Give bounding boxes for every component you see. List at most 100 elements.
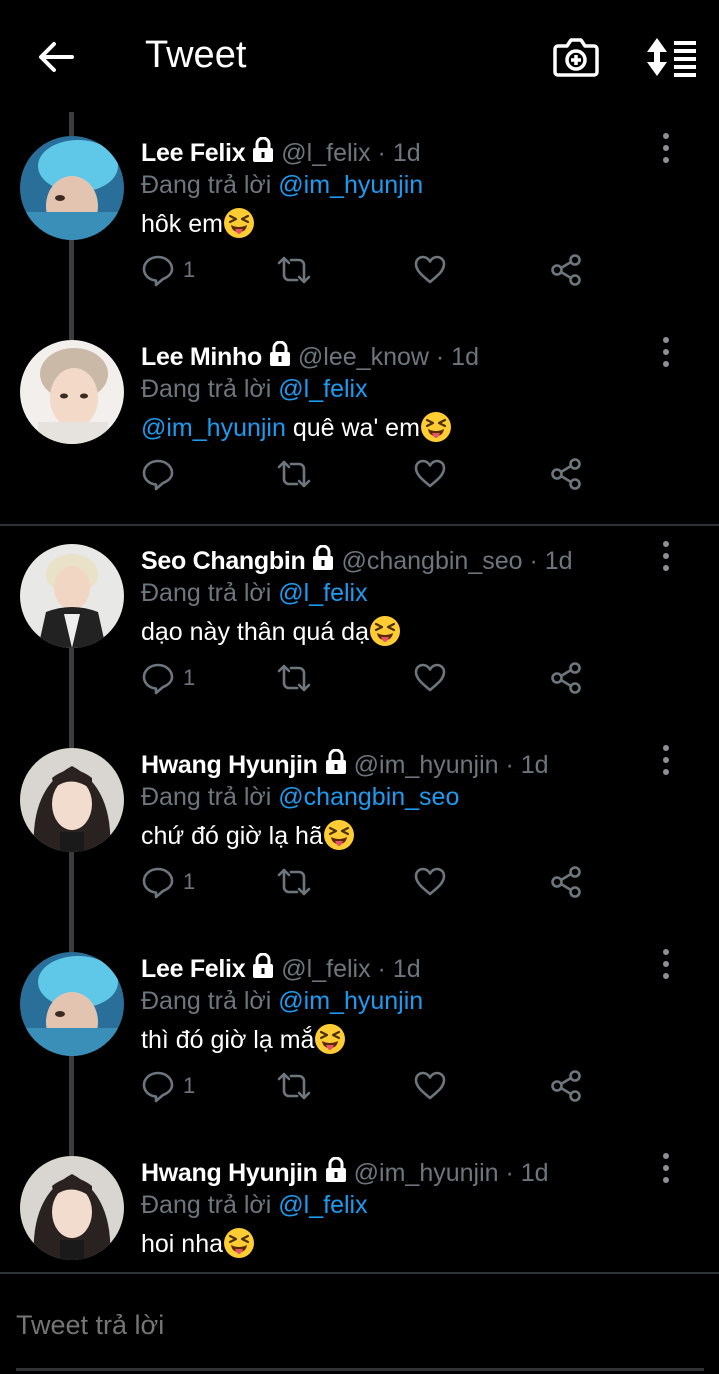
- replying-label: Đang trả lời: [141, 171, 272, 199]
- reply-button[interactable]: 1: [141, 658, 195, 698]
- separator-dot: ·: [435, 343, 445, 371]
- tweet-item[interactable]: Lee Minho @lee_know · 1d Đang trả lời @l_…: [0, 316, 719, 520]
- tweet-item[interactable]: Hwang Hyunjin @im_hyunjin · 1d Đang trả l…: [0, 1132, 719, 1272]
- reply-to-mention[interactable]: @im_hyunjin: [278, 171, 423, 199]
- like-button[interactable]: [413, 1066, 447, 1106]
- top-app-bar: Tweet: [0, 0, 719, 112]
- handle[interactable]: @l_felix: [281, 139, 370, 167]
- handle[interactable]: @changbin_seo: [341, 547, 522, 575]
- reply-to-mention[interactable]: @l_felix: [278, 1191, 367, 1219]
- heart-icon: [414, 459, 446, 488]
- like-button[interactable]: [413, 454, 447, 494]
- retweet-icon: [277, 868, 311, 896]
- handle[interactable]: @l_felix: [281, 955, 370, 983]
- replying-to: Đang trả lời @im_hyunjin: [141, 168, 423, 202]
- avatar[interactable]: [20, 748, 124, 852]
- share-icon: [551, 254, 581, 286]
- lock-icon: [251, 136, 275, 163]
- camera-add-icon[interactable]: [550, 34, 602, 80]
- tweet-item[interactable]: Lee Felix @l_felix · 1d Đang trả lời @im_…: [0, 928, 719, 1132]
- like-button[interactable]: [413, 250, 447, 290]
- tweet-text: hôk em: [141, 204, 255, 244]
- retweet-button[interactable]: [275, 250, 313, 290]
- tweet-item[interactable]: Hwang Hyunjin @im_hyunjin · 1d Đang trả l…: [0, 724, 719, 928]
- share-button[interactable]: [549, 250, 583, 290]
- separator-dot: ·: [505, 751, 514, 779]
- back-arrow-icon[interactable]: [34, 34, 80, 80]
- separator-dot: ·: [529, 547, 538, 575]
- share-button[interactable]: [549, 1066, 583, 1106]
- handle[interactable]: @im_hyunjin: [354, 1159, 499, 1187]
- retweet-button[interactable]: [275, 658, 313, 698]
- tweet-item[interactable]: Seo Changbin @changbin_seo · 1d Đang trả …: [0, 520, 719, 724]
- display-name[interactable]: Lee Minho: [141, 343, 262, 371]
- thread-line: [69, 240, 74, 316]
- separator-dot: ·: [505, 1159, 514, 1187]
- display-name[interactable]: Lee Felix: [141, 955, 246, 983]
- display-name[interactable]: Seo Changbin: [141, 547, 306, 575]
- tweet-body: dạo này thân quá dạ: [141, 618, 369, 646]
- reply-to-mention[interactable]: @changbin_seo: [278, 783, 459, 811]
- separator-dot: ·: [377, 139, 386, 167]
- reply-button[interactable]: 1: [141, 862, 195, 902]
- more-options-icon[interactable]: [652, 740, 680, 780]
- thread-line: [69, 852, 74, 928]
- reply-icon: [142, 867, 174, 899]
- thread-line: [69, 648, 74, 724]
- timestamp: 1d: [520, 751, 549, 779]
- avatar[interactable]: [20, 136, 124, 240]
- share-button[interactable]: [549, 454, 583, 494]
- avatar[interactable]: [20, 1156, 124, 1260]
- reply-icon: [142, 255, 174, 287]
- reply-to-mention[interactable]: @l_felix: [278, 579, 367, 607]
- tweet-body: hoi nha: [141, 1230, 224, 1258]
- thread-line: [69, 1132, 74, 1156]
- tweet-text: thì đó giờ lạ mắ: [141, 1020, 346, 1060]
- reply-button[interactable]: 1: [141, 250, 195, 290]
- reply-button[interactable]: 1: [141, 1066, 195, 1106]
- handle[interactable]: @im_hyunjin: [354, 751, 499, 779]
- display-name[interactable]: Hwang Hyunjin: [141, 751, 318, 779]
- author-line: Seo Changbin @changbin_seo · 1d: [141, 544, 573, 578]
- lock-icon: [268, 340, 292, 367]
- timestamp: 1d: [392, 955, 421, 983]
- squinting-face-with-tongue-icon: [223, 1227, 255, 1259]
- more-options-icon[interactable]: [652, 128, 680, 168]
- more-options-icon[interactable]: [652, 944, 680, 984]
- tweet-item[interactable]: Lee Felix @l_felix · 1d Đang trả lời @im_…: [0, 112, 719, 316]
- like-button[interactable]: [413, 658, 447, 698]
- retweet-button[interactable]: [275, 862, 313, 902]
- timestamp: 1d: [451, 343, 479, 371]
- share-button[interactable]: [549, 658, 583, 698]
- sort-icon[interactable]: [643, 34, 699, 80]
- heart-icon: [414, 867, 446, 896]
- reply-count: 1: [183, 1073, 196, 1098]
- share-icon: [551, 458, 581, 490]
- reply-button[interactable]: [141, 454, 183, 494]
- thread-line: [69, 724, 74, 748]
- handle[interactable]: @lee_know: [298, 343, 429, 371]
- more-options-icon[interactable]: [652, 1148, 680, 1188]
- reply-input[interactable]: [16, 1300, 702, 1350]
- more-options-icon[interactable]: [652, 332, 680, 372]
- more-options-icon[interactable]: [652, 536, 680, 576]
- share-button[interactable]: [549, 862, 583, 902]
- tweet-text: hoi nha: [141, 1224, 255, 1264]
- tweet-text: @im_hyunjin quê wa' em: [141, 408, 452, 448]
- tweet-body: chứ đó giờ lạ hã: [141, 822, 323, 850]
- body-mention[interactable]: @im_hyunjin: [141, 414, 286, 442]
- display-name[interactable]: Lee Felix: [141, 139, 246, 167]
- like-button[interactable]: [413, 862, 447, 902]
- retweet-icon: [277, 664, 311, 692]
- retweet-button[interactable]: [275, 454, 313, 494]
- avatar[interactable]: [20, 340, 124, 444]
- reply-to-mention[interactable]: @l_felix: [278, 375, 367, 403]
- display-name[interactable]: Hwang Hyunjin: [141, 1159, 318, 1187]
- reply-to-mention[interactable]: @im_hyunjin: [278, 987, 423, 1015]
- replying-label: Đang trả lời: [141, 375, 272, 403]
- avatar[interactable]: [20, 544, 124, 648]
- squinting-face-with-tongue-icon: [369, 615, 401, 647]
- avatar[interactable]: [20, 952, 124, 1056]
- retweet-button[interactable]: [275, 1066, 313, 1106]
- reply-count: 1: [183, 257, 196, 282]
